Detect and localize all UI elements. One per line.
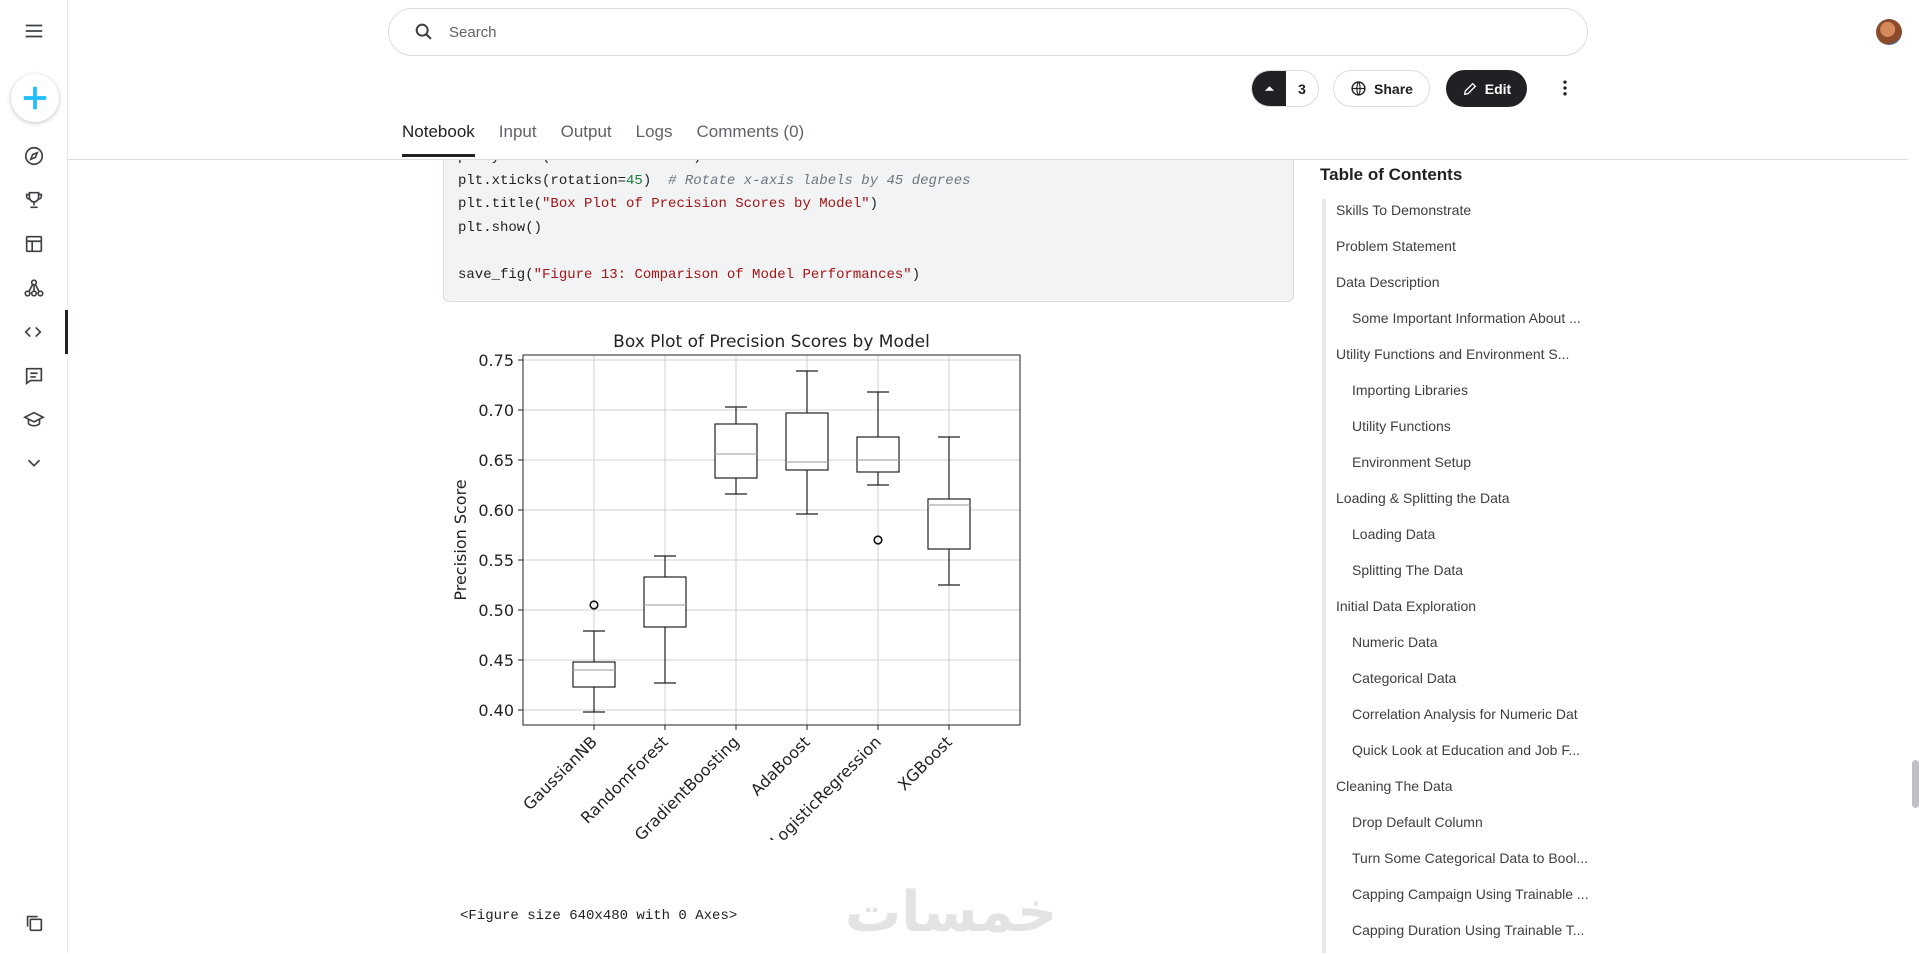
tab-logs[interactable]: Logs: [636, 122, 673, 157]
toc-item[interactable]: Capping Campaign Using Trainable ...: [1336, 882, 1591, 918]
datasets-icon[interactable]: [0, 222, 68, 266]
toc-item[interactable]: Cleaning The Data: [1336, 774, 1591, 810]
box-iqr: [643, 576, 687, 628]
vote-count: 3: [1298, 80, 1306, 97]
toc-item[interactable]: Loading & Splitting the Data: [1336, 486, 1591, 522]
toc-item[interactable]: Utility Functions: [1336, 414, 1591, 450]
code-string: "Box Plot of Precision Scores by Model": [542, 196, 870, 212]
toc-item[interactable]: Skills To Demonstrate: [1336, 198, 1591, 234]
y-tick-label: 0.60: [478, 501, 514, 520]
toc-item[interactable]: Drop Default Column: [1336, 810, 1591, 846]
toc-item[interactable]: Categorical Data: [1336, 666, 1591, 702]
code-token: plt.title(: [458, 196, 543, 212]
left-sidebar: [0, 0, 68, 953]
y-tick-label: 0.40: [478, 701, 514, 720]
avatar[interactable]: [1876, 19, 1902, 45]
box-iqr: [572, 661, 616, 688]
share-label: Share: [1374, 80, 1413, 97]
toc-title: Table of Contents: [1320, 165, 1463, 184]
code-token: ): [911, 266, 921, 283]
caret-up-icon: [1264, 86, 1274, 91]
models-icon[interactable]: [0, 266, 68, 310]
box-plot-chart: 0.750.700.650.600.550.500.450.40Gaussian…: [451, 332, 1021, 840]
code-line-savefig: save_fig("Figure 13: Comparison of Model…: [458, 264, 1279, 288]
page-scrollbar[interactable]: [1912, 760, 1919, 808]
code-token: save_fig(: [458, 266, 534, 283]
more-options-icon[interactable]: [1553, 76, 1577, 100]
box-iqr: [927, 498, 971, 550]
toc-item[interactable]: Correlation Analysis for Numeric Dat: [1336, 702, 1591, 738]
y-axis-label: Precision Score: [451, 479, 470, 600]
code-line-title: plt.title("Box Plot of Precision Scores …: [458, 193, 1279, 217]
edit-button[interactable]: Edit: [1446, 70, 1527, 107]
code-token: ): [869, 196, 879, 212]
toc-rail: [1322, 199, 1326, 953]
x-tick-label: AdaBoost: [747, 732, 814, 799]
toc-item[interactable]: Problem Statement: [1336, 234, 1591, 270]
code-string: "Figure 13: Comparison of Model Performa…: [533, 266, 912, 283]
box-iqr: [714, 423, 758, 479]
toc-item[interactable]: Loading Data: [1336, 522, 1591, 558]
menu-icon[interactable]: [0, 9, 68, 53]
y-tick-label: 0.65: [478, 451, 514, 470]
y-tick-label: 0.75: [478, 351, 514, 370]
code-token: 45: [626, 172, 643, 189]
toc-item[interactable]: Numeric Data: [1336, 630, 1591, 666]
x-tick-label: XGBoost: [894, 732, 956, 794]
edit-label: Edit: [1484, 80, 1512, 97]
y-tick-label: 0.55: [478, 551, 514, 570]
tab-notebook[interactable]: Notebook: [402, 122, 475, 157]
code-token: ): [642, 172, 669, 189]
code-icon[interactable]: [0, 310, 68, 354]
toc-item[interactable]: Importing Libraries: [1336, 378, 1591, 414]
upvote-button[interactable]: [1252, 71, 1286, 106]
code-line-xticks: plt.xticks(rotation=45) # Rotate x-axis …: [458, 170, 1279, 194]
search-bar[interactable]: [388, 8, 1588, 56]
globe-icon: [1351, 81, 1366, 96]
toc-item[interactable]: Initial Data Exploration: [1336, 594, 1591, 630]
trophy-icon[interactable]: [0, 178, 68, 222]
toc-item[interactable]: Turn Some Categorical Data to Bool...: [1336, 846, 1591, 882]
copy-icon[interactable]: [0, 901, 68, 945]
discussions-icon[interactable]: [0, 354, 68, 398]
cell-output-text: <Figure size 640x480 with 0 Axes>: [460, 908, 738, 924]
code-line-show: plt.show(): [458, 219, 543, 236]
tab-output[interactable]: Output: [561, 122, 612, 157]
pencil-icon: [1463, 82, 1477, 95]
notebook-tabs: Notebook Input Output Logs Comments (0): [402, 122, 804, 157]
toc-item[interactable]: Splitting The Data: [1336, 558, 1591, 594]
learn-icon[interactable]: [0, 398, 68, 442]
upvote-control: 3: [1251, 70, 1319, 107]
toc-item[interactable]: Some Important Information About ...: [1336, 306, 1591, 342]
code-line-partial: plt.ylabel("Precision Score"): [458, 160, 1279, 170]
y-tick-label: 0.45: [478, 651, 514, 670]
toc-item[interactable]: Capping Duration Using Trainable T...: [1336, 918, 1591, 954]
chevron-down-icon[interactable]: [0, 441, 68, 485]
y-tick-label: 0.50: [478, 601, 514, 620]
code-cell[interactable]: plt.ylabel("Precision Score") plt.xticks…: [443, 160, 1294, 302]
watermark: خمسات: [845, 880, 1058, 945]
table-of-contents: Skills To Demonstrate Problem Statement Da…: [1336, 198, 1591, 954]
code-token: plt.xticks(rotation=: [458, 172, 627, 189]
toc-item[interactable]: Quick Look at Education and Job F...: [1336, 738, 1591, 774]
compass-icon[interactable]: [0, 134, 68, 178]
tab-input[interactable]: Input: [499, 122, 537, 157]
tab-comments[interactable]: Comments (0): [697, 122, 805, 157]
create-button[interactable]: [11, 74, 59, 122]
search-icon: [415, 23, 432, 40]
box-iqr: [856, 436, 900, 473]
toc-item[interactable]: Utility Functions and Environment S...: [1336, 342, 1591, 378]
share-button[interactable]: Share: [1333, 70, 1430, 107]
toc-item[interactable]: Environment Setup: [1336, 450, 1591, 486]
chart-title: Box Plot of Precision Scores by Model: [613, 332, 930, 352]
toc-item[interactable]: Data Description: [1336, 270, 1591, 306]
search-input[interactable]: [449, 23, 1449, 41]
plus-icon: [23, 86, 47, 110]
code-comment: # Rotate x-axis labels by 45 degrees: [668, 172, 971, 189]
y-tick-label: 0.70: [478, 401, 514, 420]
